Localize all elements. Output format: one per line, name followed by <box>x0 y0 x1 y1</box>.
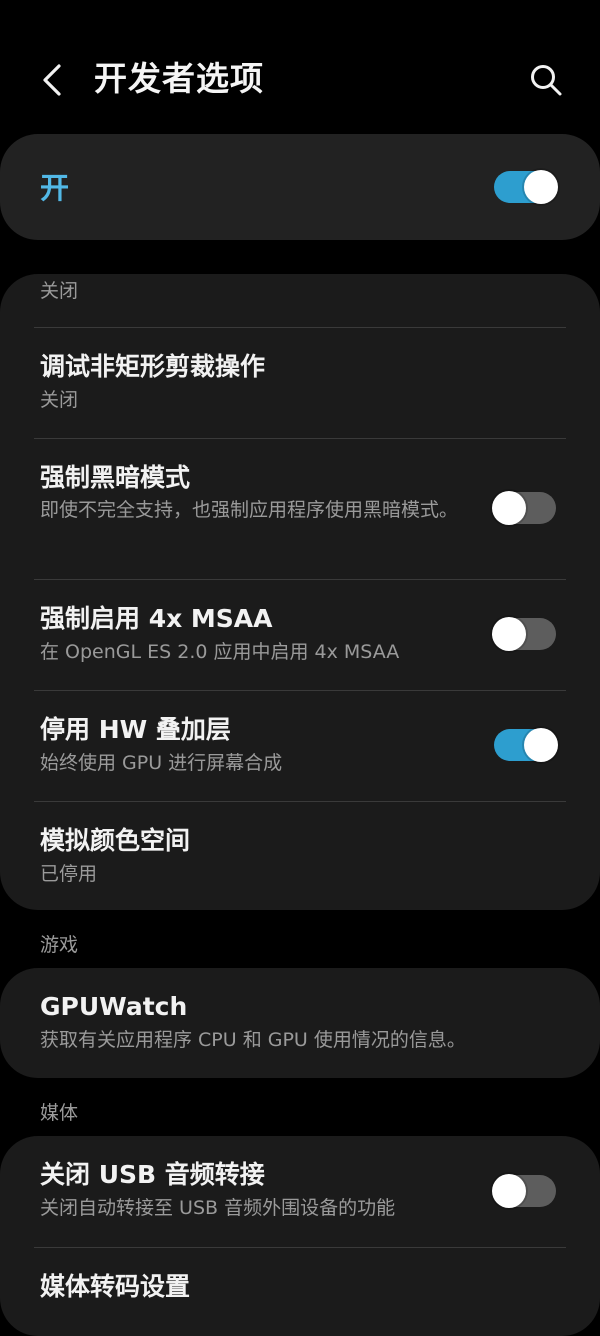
page-title: 开发者选项 <box>94 59 264 98</box>
section-header-games: 游戏 <box>40 934 79 956</box>
list-item-subtitle: 关闭自动转接至 USB 音频外围设备的功能 <box>40 1197 396 1219</box>
force-msaa-toggle[interactable] <box>492 617 556 651</box>
list-item-title: 调试非矩形剪裁操作 <box>40 352 266 381</box>
chevron-left-icon <box>43 64 61 96</box>
list-item-title: 强制黑暗模式 <box>40 463 191 492</box>
list-item-title: 关闭 USB 音频转接 <box>40 1160 265 1189</box>
list-item-disable-hw-overlay[interactable]: 停用 HW 叠加层 始终使用 GPU 进行屏幕合成 <box>0 691 600 801</box>
list-item-debug-clip[interactable]: 调试非矩形剪裁操作 关闭 <box>0 328 600 438</box>
list-item-subtitle: 始终使用 GPU 进行屏幕合成 <box>40 752 283 774</box>
list-item-title: 媒体转码设置 <box>40 1272 191 1301</box>
toggle-knob <box>492 617 526 651</box>
master-switch-label: 开 <box>40 171 70 205</box>
list-item-subtitle: 关闭 <box>40 389 79 411</box>
list-item-force-msaa[interactable]: 强制启用 4x MSAA 在 OpenGL ES 2.0 应用中启用 4x MS… <box>0 580 600 690</box>
toggle-knob <box>524 728 558 762</box>
list-item-force-dark[interactable]: 强制黑暗模式 即使不完全支持，也强制应用程序使用黑暗模式。 <box>0 439 600 579</box>
back-button[interactable] <box>30 58 74 102</box>
rendering-settings-card: 关闭 调试非矩形剪裁操作 关闭 强制黑暗模式 即使不完全支持，也强制应用程序使用… <box>0 274 600 910</box>
games-card: GPUWatch 获取有关应用程序 CPU 和 GPU 使用情况的信息。 <box>0 968 600 1078</box>
master-toggle[interactable] <box>494 170 558 204</box>
master-switch-card[interactable]: 开 <box>0 134 600 240</box>
list-item-subtitle: 已停用 <box>40 863 98 885</box>
toggle-knob <box>524 170 558 204</box>
list-item-simulate-color-space[interactable]: 模拟颜色空间 已停用 <box>0 802 600 910</box>
disable-hw-overlay-toggle[interactable] <box>494 728 558 762</box>
list-item-usb-audio-routing[interactable]: 关闭 USB 音频转接 关闭自动转接至 USB 音频外围设备的功能 <box>0 1136 600 1246</box>
list-item-subtitle: 获取有关应用程序 CPU 和 GPU 使用情况的信息。 <box>40 1029 466 1051</box>
toggle-knob <box>492 1174 526 1208</box>
list-item-subtitle: 在 OpenGL ES 2.0 应用中启用 4x MSAA <box>40 641 400 663</box>
list-item-media-transcode[interactable]: 媒体转码设置 <box>0 1248 600 1336</box>
list-item-subtitle: 即使不完全支持，也强制应用程序使用黑暗模式。 <box>40 499 459 521</box>
media-card: 关闭 USB 音频转接 关闭自动转接至 USB 音频外围设备的功能 媒体转码设置 <box>0 1136 600 1336</box>
toggle-knob <box>492 491 526 525</box>
list-item-title: 模拟颜色空间 <box>40 826 191 855</box>
usb-audio-routing-toggle[interactable] <box>492 1174 556 1208</box>
section-header-media: 媒体 <box>40 1102 79 1124</box>
list-item-title: 强制启用 4x MSAA <box>40 604 273 633</box>
search-button[interactable] <box>524 58 568 102</box>
list-item-gpuwatch[interactable]: GPUWatch 获取有关应用程序 CPU 和 GPU 使用情况的信息。 <box>0 968 600 1078</box>
force-dark-toggle[interactable] <box>492 491 556 525</box>
search-icon <box>531 65 562 96</box>
list-item-title: GPUWatch <box>40 992 188 1021</box>
section-header-closed: 关闭 <box>40 280 79 302</box>
list-item-title: 停用 HW 叠加层 <box>40 715 231 744</box>
